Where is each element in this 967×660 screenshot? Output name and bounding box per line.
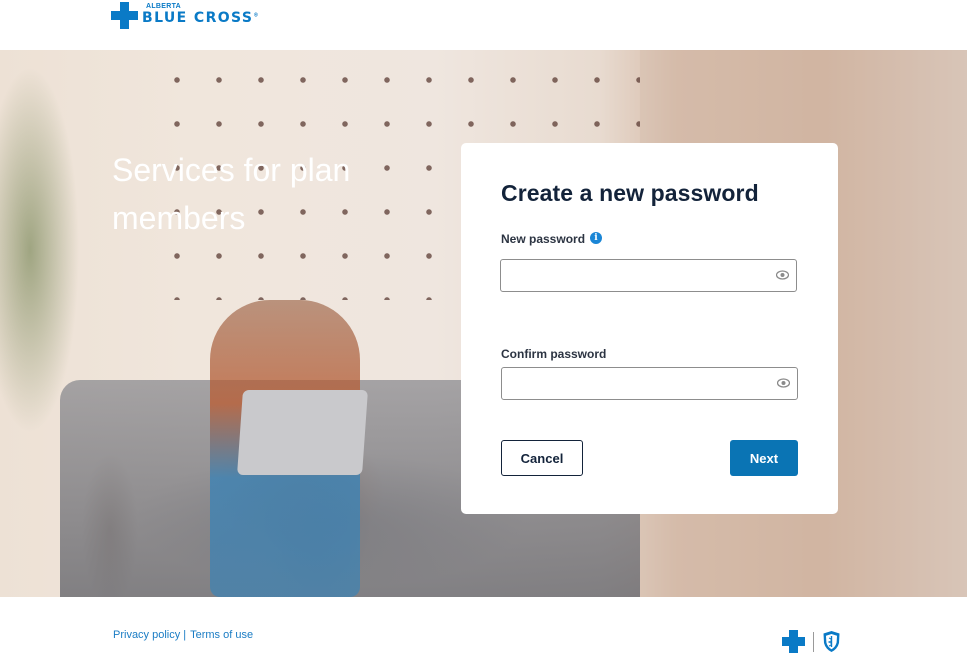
create-password-card: Create a new password New password i Con… xyxy=(461,143,838,514)
new-password-input[interactable] xyxy=(501,260,761,291)
logo-small-text: ALBERTA xyxy=(146,3,182,10)
site-footer: Privacy policy | Terms of use xyxy=(0,597,967,660)
hero-title: Services for plan members xyxy=(112,152,351,236)
next-button[interactable]: Next xyxy=(730,440,798,476)
cancel-button[interactable]: Cancel xyxy=(501,440,583,476)
new-password-field xyxy=(500,259,797,292)
logo-big-text: BLUE CROSS® xyxy=(142,11,260,25)
confirm-password-label: Confirm password xyxy=(501,347,607,361)
footer-logos xyxy=(782,630,841,653)
new-password-label: New password xyxy=(501,232,586,246)
registered-mark: ® xyxy=(253,12,260,19)
site-header: ALBERTA BLUE CROSS® xyxy=(0,0,967,50)
card-title: Create a new password xyxy=(501,180,759,206)
logo-wordmark: ALBERTA BLUE CROSS® xyxy=(142,2,260,25)
logo-divider xyxy=(813,631,814,652)
logo-brand-name: BLUE CROSS xyxy=(142,10,254,26)
confirm-password-input[interactable] xyxy=(502,368,762,399)
hero-background-laptop xyxy=(237,390,368,475)
confirm-password-field xyxy=(501,367,798,400)
alberta-blue-cross-logo[interactable]: ALBERTA BLUE CROSS® xyxy=(111,2,260,32)
privacy-policy-link[interactable]: Privacy policy xyxy=(113,629,180,641)
footer-link-separator: | xyxy=(183,629,187,641)
eye-icon[interactable] xyxy=(777,378,790,388)
blue-cross-icon xyxy=(111,2,138,29)
blue-cross-icon xyxy=(782,630,805,653)
info-icon[interactable]: i xyxy=(590,232,602,244)
eye-icon[interactable] xyxy=(776,270,789,280)
blue-shield-icon xyxy=(823,631,840,652)
footer-links: Privacy policy | Terms of use xyxy=(113,629,253,641)
terms-of-use-link[interactable]: Terms of use xyxy=(190,629,253,641)
